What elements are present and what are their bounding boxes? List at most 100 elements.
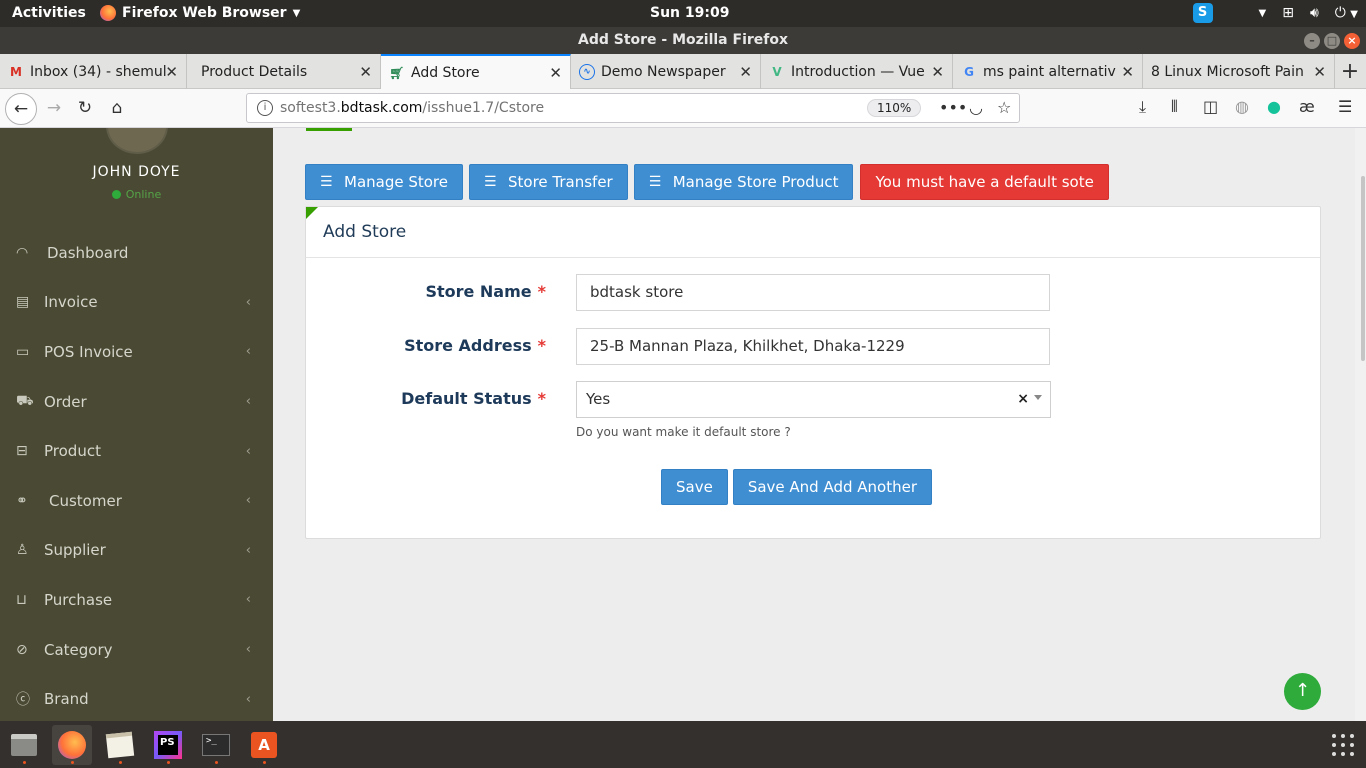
back-button[interactable]: ← [5,93,37,125]
clock[interactable]: Sun 19:09 [650,5,729,21]
dock-phpstorm[interactable]: PS [148,725,188,765]
chevron-left-icon: ‹ [245,394,251,410]
download-icon[interactable]: ⤓ [1139,97,1146,117]
info-icon[interactable]: i [257,100,273,116]
running-indicator [71,761,74,764]
bag-icon: ⊟ [16,443,28,460]
firefox-icon [100,5,116,21]
store-name-input[interactable]: bdtask store [576,274,1050,311]
close-window-icon[interactable]: × [1344,33,1360,49]
network-icon[interactable]: ⊞ [1282,5,1294,21]
phpstorm-icon: PS [154,731,182,759]
tab-label: Product Details [201,63,308,80]
panel-title: Add Store [306,207,1320,258]
close-icon[interactable]: ✕ [1121,63,1134,81]
tab-add-store[interactable]: 🛒︎ Add Store ✕ [381,54,571,89]
page-scrollbar[interactable] [1355,128,1366,721]
sidebar-item-dashboard[interactable]: ◠ Dashboard [0,228,273,278]
tab-label: Add Store [411,64,480,81]
sidebar-item-product[interactable]: ⊟ Product ‹ [0,426,273,476]
minimize-icon[interactable]: – [1304,33,1320,49]
sidebar-toggle-icon[interactable]: ◫ [1203,97,1218,116]
activities-button[interactable]: Activities [12,5,86,21]
tab-ms-paint[interactable]: G ms paint alternativ ✕ [953,54,1143,89]
forward-button[interactable]: → [41,96,67,120]
default-status-row: Default Status * Yes × [306,381,1322,419]
library-icon[interactable]: ⫴ [1171,97,1178,117]
chevron-left-icon: ‹ [245,344,251,360]
pocket-icon[interactable]: ◡ [969,98,983,117]
reload-button[interactable]: ↻ [72,96,98,120]
url-text[interactable]: softest3.bdtask.com/isshue1.7/Cstore [280,100,544,116]
power-icon[interactable]: ⏻ ▼ [1335,5,1358,21]
new-tab-button[interactable]: + [1335,54,1365,88]
tab-inbox[interactable]: M Inbox (34) - shemul ✕ [0,54,187,89]
default-store-warning-button[interactable]: You must have a default sote [860,164,1109,200]
software-center-icon: A [251,732,277,758]
pos-icon: ▭ [16,343,30,360]
default-status-select[interactable]: Yes × [576,381,1051,418]
skype-icon[interactable]: S [1192,3,1213,23]
dock-software-center[interactable]: A [244,725,284,765]
tab-linux-paint[interactable]: 8 Linux Microsoft Pain ✕ [1143,54,1335,89]
sidebar-item-supplier[interactable]: ♙ Supplier ‹ [0,526,273,576]
bookmark-star-icon[interactable]: ☆ [997,98,1011,117]
tab-demo-newspaper[interactable]: ∿ Demo Newspaper ✕ [571,54,761,89]
caret-down-icon[interactable]: ▼ [1259,8,1267,19]
invoice-icon: ▤ [16,294,30,311]
show-applications-icon[interactable] [1332,734,1354,756]
clear-selection-icon[interactable]: × [1017,382,1029,417]
close-icon[interactable]: ✕ [549,64,562,82]
url-bar[interactable]: i softest3.bdtask.com/isshue1.7/Cstore 1… [246,93,1020,123]
vpn-icon[interactable]: ◍ [1235,97,1249,116]
ae-extension-icon[interactable]: æ [1299,97,1315,116]
sidebar-item-order[interactable]: ⛟ Order ‹ [0,377,273,427]
google-icon: G [964,64,974,79]
handshake-icon: ⚭ [16,492,28,509]
apple-icon: ⓒ [16,692,30,709]
dock-terminal[interactable]: >_ [196,725,236,765]
dock-firefox[interactable] [52,725,92,765]
sidebar-item-customer[interactable]: ⚭ Customer ‹ [0,476,273,526]
manage-store-button[interactable]: ☰ Manage Store [305,164,463,200]
dock-text-editor[interactable] [100,725,140,765]
app-menu[interactable]: Firefox Web Browser ▼ [100,5,300,21]
dock-files[interactable] [4,725,44,765]
store-name-row: Store Name * bdtask store [306,274,1322,312]
vue-icon: V [772,64,782,79]
scroll-to-top-button[interactable]: ↑ [1284,673,1321,710]
online-status: Online [0,188,273,201]
taskbar-dock: PS >_ A [0,721,1366,768]
dropdown-caret-icon[interactable] [1034,395,1042,400]
dashboard-icon: ◠ [16,244,29,261]
close-icon[interactable]: ✕ [931,63,944,81]
zoom-badge[interactable]: 110% [867,99,922,117]
save-and-add-another-button[interactable]: Save And Add Another [732,469,933,505]
sidebar-item-invoice[interactable]: ▤ Invoice ‹ [0,278,273,328]
close-icon[interactable]: ✕ [165,63,178,81]
add-store-panel: Add Store Store Name * bdtask store Store… [305,206,1321,539]
sidebar-item-brand[interactable]: ⓒ Brand ‹ [0,674,273,721]
close-icon[interactable]: ✕ [739,63,752,81]
sidebar-item-category[interactable]: ⊘ Category ‹ [0,625,273,675]
tab-label: Inbox (34) - shemul [30,63,167,80]
save-button[interactable]: Save [661,469,728,505]
hamburger-menu-icon[interactable]: ☰ [1338,97,1352,116]
more-actions-icon[interactable]: ••• [939,98,967,117]
tab-product-details[interactable]: Product Details ✕ [187,54,381,89]
sidebar-item-pos-invoice[interactable]: ▭ POS Invoice ‹ [0,327,273,377]
tab-vue[interactable]: V Introduction — Vue ✕ [761,54,953,89]
store-address-input[interactable]: 25-B Mannan Plaza, Khilkhet, Dhaka-1229 [576,328,1050,365]
arrow-up-icon: ↑ [1294,680,1311,701]
close-icon[interactable]: ✕ [359,63,372,81]
manage-store-product-button[interactable]: ☰ Manage Store Product [633,164,854,200]
home-button[interactable]: ⌂ [104,96,130,120]
tab-label: 8 Linux Microsoft Pain [1151,63,1304,80]
grammarly-icon[interactable]: ● [1267,97,1281,116]
volume-icon[interactable]: 🔊︎ [1310,5,1319,21]
maximize-icon[interactable]: □ [1324,33,1340,49]
sidebar-item-purchase[interactable]: ⊔ Purchase ‹ [0,575,273,625]
close-icon[interactable]: ✕ [1313,63,1326,81]
store-transfer-button[interactable]: ☰ Store Transfer [469,164,628,200]
scrollbar-thumb[interactable] [1361,176,1365,361]
